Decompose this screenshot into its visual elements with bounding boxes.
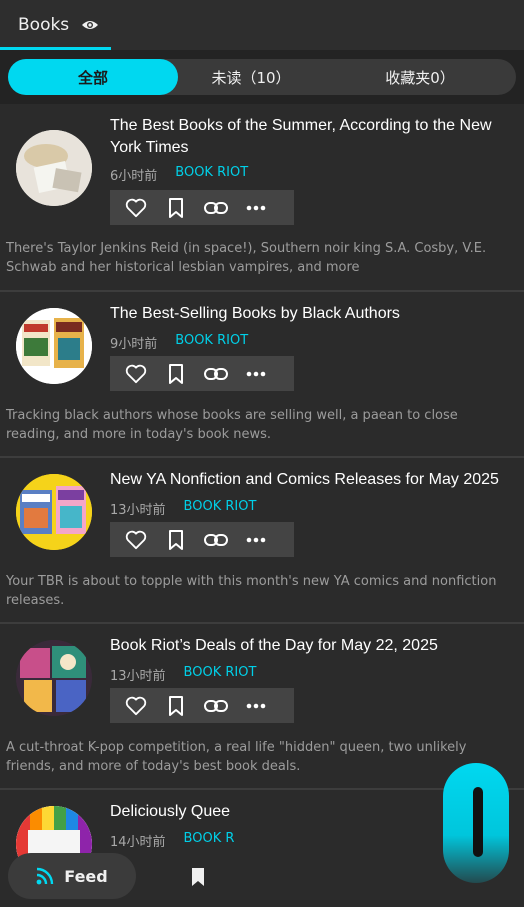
more-icon (246, 371, 266, 376)
bookmark-button[interactable] (164, 196, 188, 220)
tab-books-label: Books (18, 15, 70, 35)
like-button[interactable] (124, 362, 148, 386)
article-time: 9小时前 (110, 337, 158, 352)
article-actions (110, 190, 294, 225)
article-actions (110, 688, 294, 723)
article-title[interactable]: New YA Nonfiction and Comics Releases fo… (110, 469, 506, 491)
article-source[interactable]: BOOK RIOT (184, 665, 257, 684)
like-button[interactable] (124, 528, 148, 552)
heart-icon (125, 696, 147, 715)
link-icon (204, 533, 228, 546)
eye-icon (82, 21, 99, 29)
link-button[interactable] (204, 362, 228, 386)
link-icon (204, 201, 228, 214)
article-time: 13小时前 (110, 669, 166, 684)
article-card[interactable]: New YA Nonfiction and Comics Releases fo… (0, 458, 524, 624)
bookmark-button[interactable] (164, 528, 188, 552)
bookmark-button[interactable] (164, 362, 188, 386)
article-description: There's Taylor Jenkins Reid (in space!),… (6, 241, 487, 275)
more-icon (246, 205, 266, 210)
nav-bookmarks-icon[interactable] (189, 867, 207, 887)
article-source[interactable]: BOOK RIOT (175, 165, 248, 184)
bookmark-icon (169, 197, 183, 218)
bookmark-icon (169, 363, 183, 384)
more-button[interactable] (244, 528, 268, 552)
more-button[interactable] (244, 694, 268, 718)
heart-icon (125, 198, 147, 217)
article-thumbnail (16, 474, 92, 550)
filter-all[interactable]: 全部 (8, 59, 178, 95)
floating-action-button[interactable] (443, 763, 509, 883)
more-button[interactable] (244, 196, 268, 220)
article-source[interactable]: BOOK RIOT (175, 333, 248, 352)
article-actions (110, 356, 294, 391)
article-actions (110, 522, 294, 557)
nav-feed-button[interactable]: Feed (8, 853, 136, 899)
bookmark-icon (169, 695, 183, 716)
link-button[interactable] (204, 528, 228, 552)
link-icon (204, 367, 228, 380)
article-card[interactable]: Book Riot’s Deals of the Day for May 22,… (0, 624, 524, 790)
more-button[interactable] (244, 362, 268, 386)
article-card[interactable]: The Best Books of the Summer, According … (0, 104, 524, 292)
article-title[interactable]: The Best Books of the Summer, According … (110, 115, 506, 159)
filter-favorites[interactable]: 收藏夹0） (324, 59, 516, 95)
filter-unread[interactable]: 未读（10） (178, 59, 324, 95)
article-time: 13小时前 (110, 503, 166, 518)
bookmark-icon (169, 529, 183, 550)
like-button[interactable] (124, 196, 148, 220)
article-meta: 9小时前 BOOK RIOT (110, 333, 248, 352)
like-button[interactable] (124, 694, 148, 718)
link-button[interactable] (204, 694, 228, 718)
article-card[interactable]: The Best-Selling Books by Black Authors … (0, 292, 524, 458)
article-time: 6小时前 (110, 169, 158, 184)
filter-bar: 全部 未读（10） 收藏夹0） (0, 50, 524, 104)
article-meta: 13小时前 BOOK RIOT (110, 665, 256, 684)
more-icon (246, 537, 266, 542)
bookmark-button[interactable] (164, 694, 188, 718)
more-icon (246, 703, 266, 708)
heart-icon (125, 364, 147, 383)
article-description: Your TBR is about to topple with this mo… (6, 574, 497, 608)
article-title[interactable]: Book Riot’s Deals of the Day for May 22,… (110, 635, 506, 657)
article-description: A cut-throat K-pop competition, a real l… (6, 740, 467, 774)
article-description: Tracking black authors whose books are s… (6, 408, 458, 442)
link-icon (204, 699, 228, 712)
article-title[interactable]: The Best-Selling Books by Black Authors (110, 303, 506, 325)
rss-icon (36, 867, 54, 885)
heart-icon (125, 530, 147, 549)
nav-feed-label: Feed (64, 866, 108, 886)
article-source[interactable]: BOOK RIOT (184, 499, 257, 518)
fab-handle (473, 787, 483, 857)
article-thumbnail (16, 130, 92, 206)
tab-books[interactable]: Books (0, 0, 111, 50)
article-thumbnail (16, 640, 92, 716)
article-meta: 13小时前 BOOK RIOT (110, 499, 256, 518)
article-meta: 6小时前 BOOK RIOT (110, 165, 248, 184)
filter-segmented-control: 全部 未读（10） 收藏夹0） (8, 59, 516, 95)
top-bar: Books (0, 0, 524, 50)
article-thumbnail (16, 308, 92, 384)
link-button[interactable] (204, 196, 228, 220)
